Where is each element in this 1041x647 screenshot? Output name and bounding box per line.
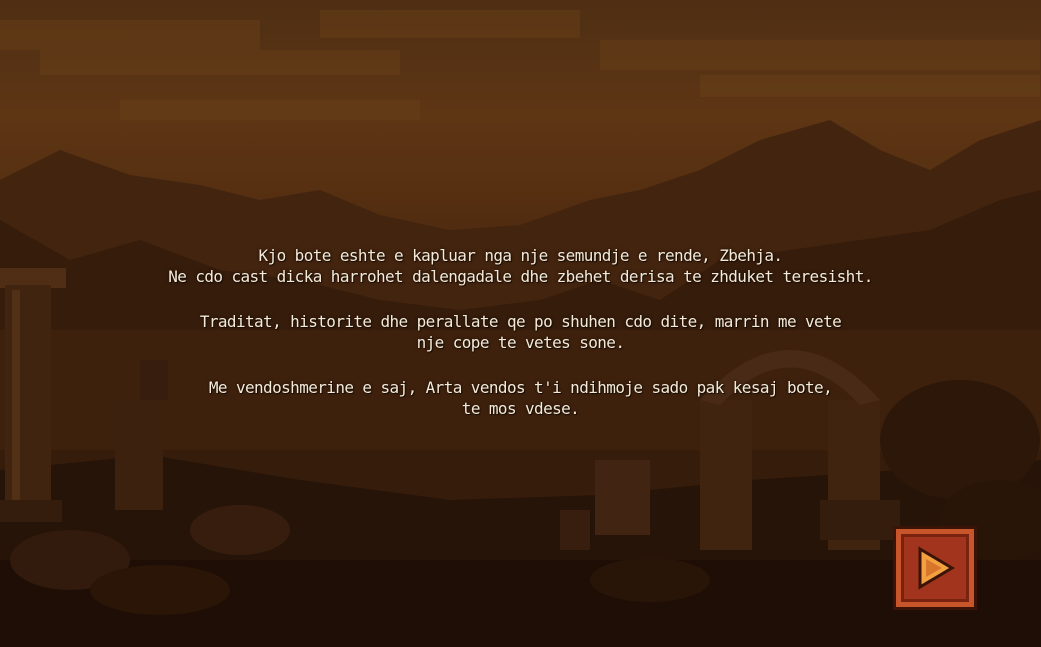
next-button[interactable] (893, 526, 977, 610)
story-line: Kjo bote eshte e kapluar nga nje semundj… (258, 246, 784, 265)
story-text: Kjo bote eshte e kapluar nga nje semundj… (100, 245, 941, 443)
story-line: Ne cdo cast dicka harrohet dalengadale d… (168, 267, 873, 286)
story-paragraph-2: Traditat, historite dhe perallate qe po … (100, 311, 941, 353)
game-scene: Kjo bote eshte e kapluar nga nje semundj… (0, 0, 1041, 647)
play-arrow-icon (918, 546, 955, 590)
story-line: Traditat, historite dhe perallate qe po … (199, 312, 842, 331)
story-paragraph-1: Kjo bote eshte e kapluar nga nje semundj… (100, 245, 941, 287)
story-paragraph-3: Me vendoshmerine e saj, Arta vendos t'i … (100, 377, 941, 419)
story-line: Me vendoshmerine e saj, Arta vendos t'i … (208, 378, 833, 397)
story-line: te mos vdese. (461, 399, 580, 418)
story-line: nje cope te vetes sone. (416, 333, 625, 352)
